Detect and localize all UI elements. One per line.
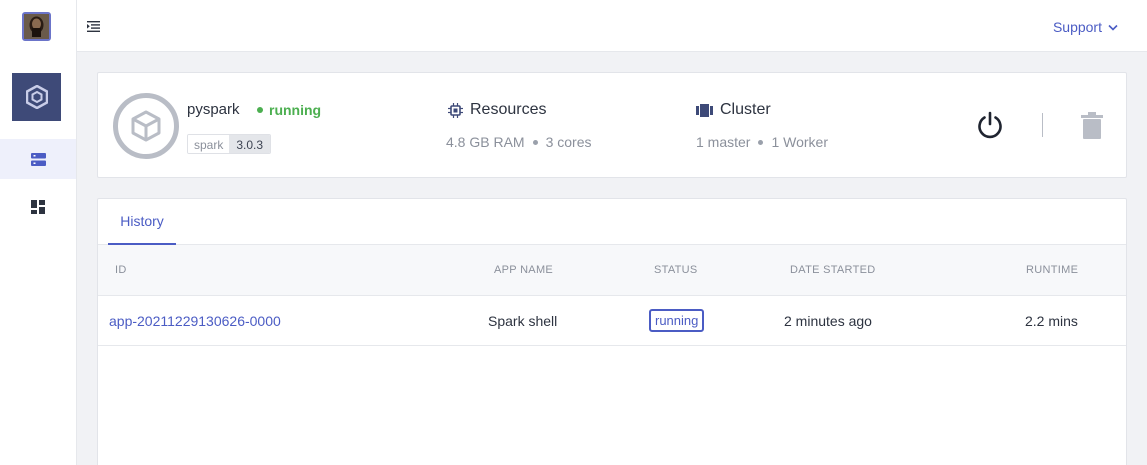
power-icon (978, 111, 1002, 139)
cluster-status-label: running (269, 102, 322, 118)
master-count: 1 master (696, 134, 751, 150)
cluster-status: running (257, 102, 321, 118)
servers-icon (30, 152, 46, 166)
sidebar-item-dashboard[interactable] (0, 187, 76, 227)
action-divider (1042, 113, 1043, 137)
status-badge: running (649, 309, 705, 332)
cluster-heading: Cluster (696, 101, 771, 119)
column-header-id: ID (115, 264, 127, 276)
resources-details: 4.8 GB RAM 3 cores (446, 134, 592, 150)
ram-value: 4.8 GB RAM (446, 134, 525, 150)
app-id-link[interactable]: app-20211229130626-0000 (109, 313, 281, 329)
date-started-cell: 2 minutes ago (784, 313, 872, 329)
column-header-date-started: DATE STARTED (790, 264, 876, 276)
column-header-status: STATUS (654, 264, 698, 276)
column-header-runtime: RUNTIME (1026, 264, 1079, 276)
sidebar (0, 0, 77, 465)
status-dot-icon (257, 107, 263, 113)
version-tag: spark 3.0.3 (187, 134, 272, 154)
cube-icon (113, 93, 179, 159)
cores-value: 3 cores (545, 134, 592, 150)
support-label: Support (1052, 19, 1102, 35)
cluster-card: pyspark running spark 3.0.3 Resources 4.… (97, 72, 1127, 178)
chip-icon (448, 102, 463, 118)
separator-dot (758, 139, 764, 145)
app-logo[interactable] (12, 73, 61, 121)
dashboard-icon (31, 200, 45, 214)
chevron-down-icon (1108, 24, 1118, 31)
worker-count: 1 Worker (771, 134, 829, 150)
table-row: app-20211229130626-0000 Spark shell runn… (98, 296, 1126, 346)
app-name-cell: Spark shell (488, 313, 558, 329)
cluster-icon (696, 103, 713, 117)
power-button[interactable] (975, 110, 1005, 140)
tab-history[interactable]: History (108, 199, 176, 245)
version-key: spark (188, 135, 230, 153)
top-bar: Support (77, 0, 1147, 52)
menu-toggle-button[interactable] (87, 19, 103, 33)
resources-title: Resources (470, 101, 547, 118)
cluster-details: 1 master 1 Worker (696, 134, 828, 150)
history-panel: History ID APP NAME STATUS DATE STARTED … (97, 198, 1127, 465)
tab-bar: History (98, 199, 1126, 245)
runtime-cell: 2.2 mins (1025, 313, 1078, 329)
hexagon-logo-icon (25, 85, 48, 109)
resources-heading: Resources (448, 101, 546, 119)
trash-icon (1081, 112, 1103, 139)
column-header-app-name: APP NAME (494, 264, 554, 276)
table-header: ID APP NAME STATUS DATE STARTED RUNTIME (98, 245, 1126, 296)
separator-dot (532, 139, 538, 145)
delete-button[interactable] (1081, 110, 1103, 140)
version-value: 3.0.3 (229, 135, 271, 153)
avatar[interactable] (22, 12, 51, 41)
cluster-title: Cluster (720, 101, 771, 118)
support-menu[interactable]: Support (1053, 19, 1118, 35)
menu-collapse-icon (87, 21, 100, 32)
cluster-name: pyspark (187, 101, 240, 118)
sidebar-item-servers[interactable] (0, 139, 76, 179)
